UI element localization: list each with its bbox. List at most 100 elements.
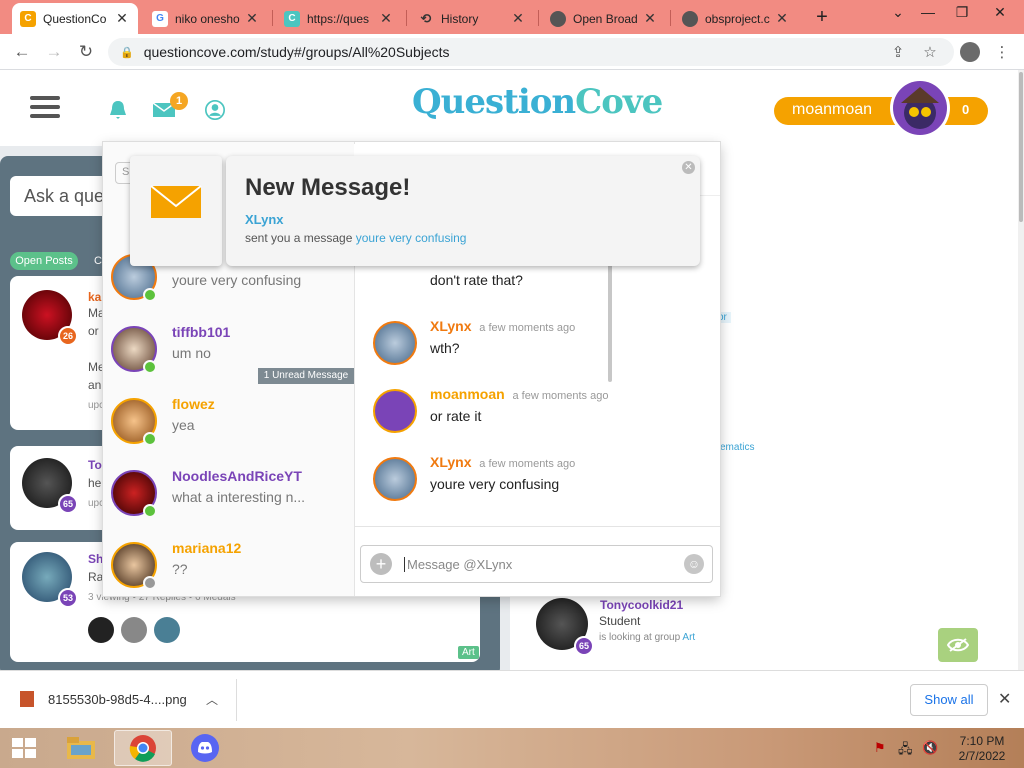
tab-questioncove[interactable]: C QuestionCo ✕ bbox=[12, 3, 138, 34]
post-snippet: or bbox=[88, 324, 99, 338]
message-input[interactable]: + Message @XLynx ☺ bbox=[360, 545, 713, 583]
viewer-avatar[interactable] bbox=[154, 617, 180, 643]
close-icon[interactable]: ✕ bbox=[682, 161, 695, 174]
notification-message-link[interactable]: youre very confusing bbox=[356, 231, 467, 245]
close-window-icon[interactable]: ✕ bbox=[988, 4, 1012, 21]
restore-icon[interactable]: ❐ bbox=[950, 4, 974, 21]
hamburger-menu-icon[interactable] bbox=[30, 96, 60, 123]
profile-icon[interactable] bbox=[960, 42, 980, 62]
show-all-button[interactable]: Show all bbox=[910, 684, 988, 716]
mail-count-badge: 1 bbox=[170, 92, 188, 110]
conversation-item[interactable]: tiffbb101 um no bbox=[103, 324, 355, 396]
user-profile-icon[interactable] bbox=[203, 100, 227, 120]
conversation-item[interactable]: flowez yea bbox=[103, 396, 355, 468]
avatar[interactable] bbox=[373, 457, 417, 501]
post-author[interactable]: To bbox=[88, 458, 102, 472]
network-icon[interactable]: 🖧 bbox=[898, 740, 913, 762]
notification-title: New Message! bbox=[245, 174, 411, 201]
user-pill[interactable]: moanmoan 0 bbox=[774, 97, 988, 125]
tab-divider bbox=[406, 10, 407, 26]
forward-arrow-icon[interactable]: → bbox=[44, 42, 64, 62]
volume-muted-icon[interactable]: 🔇 bbox=[922, 740, 938, 756]
art-tag[interactable]: Art bbox=[458, 646, 479, 659]
questioncove-favicon-icon: C bbox=[20, 10, 36, 27]
conversation-preview: ?? bbox=[172, 561, 188, 577]
download-item[interactable]: 8155530b-98d5-4....png bbox=[20, 691, 187, 707]
questioncove-logo[interactable]: QuestionCove bbox=[412, 82, 663, 134]
close-icon[interactable]: ✕ bbox=[998, 689, 1011, 709]
tab-title: History bbox=[441, 11, 479, 26]
tab-google[interactable]: G niko onesho ✕ bbox=[144, 3, 268, 34]
close-tab-icon[interactable]: ✕ bbox=[642, 10, 658, 27]
post-snippet: an bbox=[88, 378, 102, 392]
composer: + Message @XLynx ☺ bbox=[355, 526, 720, 596]
message-item: XLynx a few moments ago wth? bbox=[355, 318, 715, 378]
avatar[interactable] bbox=[373, 389, 417, 433]
menu-kebab-icon[interactable]: ⋮ bbox=[992, 43, 1012, 61]
open-posts-filter[interactable]: Open Posts bbox=[10, 252, 78, 270]
tab-title: Open Broad bbox=[573, 11, 638, 26]
message-time: a few moments ago bbox=[512, 390, 609, 402]
emoji-icon[interactable]: ☺ bbox=[684, 554, 704, 574]
tab-divider bbox=[670, 10, 671, 26]
new-tab-icon[interactable]: + bbox=[812, 6, 832, 29]
tab-open-broadcaster[interactable]: Open Broad ✕ bbox=[542, 3, 666, 34]
bookmark-star-icon[interactable]: ☆ bbox=[920, 43, 940, 61]
activity-username[interactable]: Tonycoolkid21 bbox=[600, 598, 683, 612]
online-status-icon bbox=[143, 432, 157, 446]
reload-icon[interactable]: ↻ bbox=[76, 42, 96, 62]
tab-history[interactable]: ⟲ History ✕ bbox=[410, 3, 534, 34]
close-tab-icon[interactable]: ✕ bbox=[244, 10, 260, 27]
globe-icon bbox=[682, 10, 698, 27]
close-tab-icon[interactable]: ✕ bbox=[774, 10, 790, 27]
offline-status-icon bbox=[143, 576, 157, 590]
message-text: wth? bbox=[430, 340, 460, 356]
windows-start-icon[interactable] bbox=[4, 730, 44, 766]
bell-icon[interactable] bbox=[106, 100, 130, 120]
online-status-icon bbox=[143, 504, 157, 518]
tab-search-chevron-icon[interactable]: ⌄ bbox=[886, 4, 910, 21]
hide-eye-icon[interactable] bbox=[938, 628, 978, 662]
message-author-row: XLynx a few moments ago bbox=[430, 318, 576, 334]
post-author[interactable]: ka bbox=[88, 290, 101, 304]
post-snippet: Ra bbox=[88, 570, 104, 584]
back-arrow-icon[interactable]: ← bbox=[12, 42, 32, 62]
group-link[interactable]: Art bbox=[682, 632, 695, 643]
viewer-avatar[interactable] bbox=[88, 617, 114, 643]
minimize-icon[interactable]: — bbox=[916, 4, 940, 20]
notification-sender[interactable]: XLynx bbox=[245, 212, 284, 227]
page-scrollbar[interactable] bbox=[1018, 70, 1024, 670]
notification-icon-box bbox=[130, 156, 222, 266]
add-attachment-icon[interactable]: + bbox=[370, 553, 392, 575]
discord-icon[interactable] bbox=[176, 730, 234, 766]
tab-obsproject[interactable]: obsproject.c ✕ bbox=[674, 3, 798, 34]
avatar[interactable] bbox=[373, 321, 417, 365]
chevron-up-icon[interactable]: ︿ bbox=[206, 691, 218, 708]
message-text: youre very confusing bbox=[430, 476, 560, 492]
post-snippet: hel bbox=[88, 476, 105, 490]
chrome-icon[interactable] bbox=[114, 730, 172, 766]
file-explorer-icon[interactable] bbox=[52, 730, 110, 766]
tab-ques[interactable]: C https://ques ✕ bbox=[276, 3, 402, 34]
share-icon[interactable]: ⇪ bbox=[888, 43, 908, 61]
system-clock[interactable]: 7:10 PM 2/7/2022 bbox=[952, 734, 1012, 764]
close-tab-icon[interactable]: ✕ bbox=[114, 10, 130, 27]
level-badge: 53 bbox=[58, 588, 78, 608]
conversation-name: mariana12 bbox=[172, 540, 242, 556]
close-tab-icon[interactable]: ✕ bbox=[378, 10, 394, 27]
new-message-notification[interactable]: New Message! XLynx sent you a message yo… bbox=[226, 156, 700, 266]
address-bar-row: ← → ↻ 🔒 questioncove.com/study#/groups/A… bbox=[0, 34, 1024, 70]
tab-divider bbox=[538, 10, 539, 26]
action-center-icon[interactable]: ⚑ bbox=[874, 740, 886, 756]
conversation-item[interactable]: NoodlesAndRiceYT what a interesting n... bbox=[103, 468, 355, 540]
url-text: questioncove.com/study#/groups/All%20Sub… bbox=[143, 44, 450, 60]
post-author[interactable]: Sh bbox=[88, 552, 103, 566]
globe-icon bbox=[550, 10, 566, 27]
url-field[interactable]: 🔒 questioncove.com/study#/groups/All%20S… bbox=[108, 38, 954, 66]
avatar[interactable] bbox=[890, 78, 950, 138]
activity-status: is looking at group Art bbox=[599, 632, 696, 643]
conversation-item[interactable]: mariana12 ?? bbox=[103, 540, 355, 612]
viewer-avatar[interactable] bbox=[121, 617, 147, 643]
windows-taskbar: ⚑ 🖧 🔇 7:10 PM 2/7/2022 bbox=[0, 728, 1024, 768]
close-tab-icon[interactable]: ✕ bbox=[510, 10, 526, 27]
